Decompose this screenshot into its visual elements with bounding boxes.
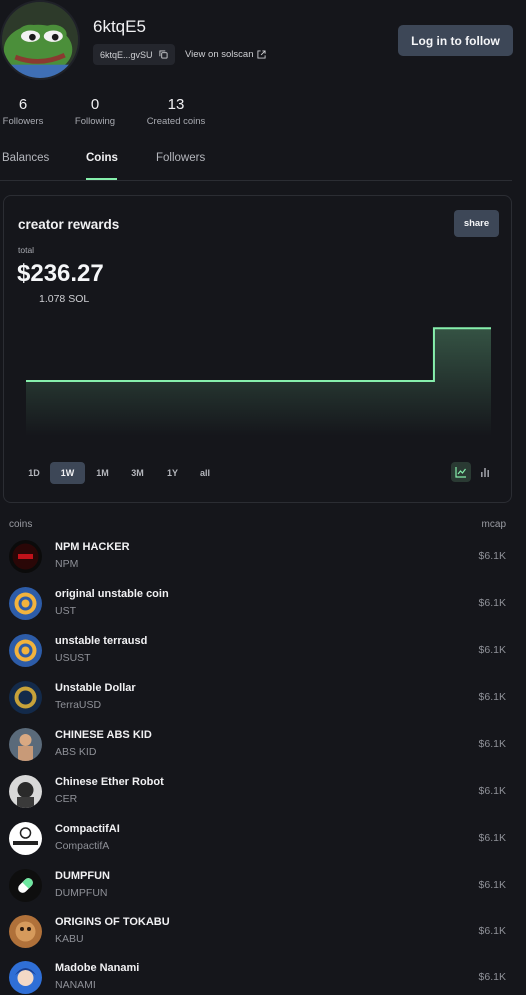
range-3m[interactable]: 3M: [120, 462, 155, 484]
external-link-icon: [257, 50, 267, 59]
rewards-chart: [26, 327, 491, 436]
coin-symbol: USUST: [55, 652, 91, 664]
coin-symbol: TerraUSD: [55, 699, 102, 711]
solscan-label: View on solscan: [185, 49, 254, 60]
address-text: 6ktqE...gvSU: [100, 49, 153, 60]
range-1d[interactable]: 1D: [18, 462, 50, 484]
coin-name: NPM HACKER: [55, 541, 130, 553]
coin-mcap: $6.1K: [478, 832, 506, 844]
ust-coin-icon: [9, 587, 42, 620]
share-button[interactable]: share: [454, 210, 499, 237]
compactifai-icon: [9, 822, 42, 855]
usust-coin-icon: [9, 634, 42, 667]
chart-area-fill: [26, 328, 491, 436]
creator-rewards-card: creator rewards share total $236.27 1.07…: [3, 195, 512, 503]
coin-name: CompactifAI: [55, 823, 120, 835]
login-to-follow-button[interactable]: Log in to follow: [398, 25, 513, 56]
coin-mcap: $6.1K: [478, 691, 506, 703]
coin-row[interactable]: Unstable Dollar TerraUSD $6.1K: [0, 675, 526, 722]
active-tab-indicator: [86, 178, 117, 180]
avatar: [0, 0, 80, 80]
coin-symbol: NANAMI: [55, 979, 96, 991]
range-1y[interactable]: 1Y: [155, 462, 190, 484]
coin-row[interactable]: ORIGINS OF TOKABU KABU $6.1K: [0, 909, 526, 956]
coin-mcap: $6.1K: [478, 971, 506, 983]
address-chip[interactable]: 6ktqE...gvSU: [93, 44, 175, 65]
stat-followers[interactable]: 6 Followers: [2, 96, 44, 127]
coin-name: CHINESE ABS KID: [55, 729, 152, 741]
coin-row[interactable]: DUMPFUN DUMPFUN $6.1K: [0, 863, 526, 910]
range-1w[interactable]: 1W: [50, 462, 85, 484]
stat-value: 0: [90, 96, 100, 113]
stat-label: Followers: [2, 116, 44, 127]
card-title: creator rewards: [18, 217, 120, 232]
bar-chart-icon: [481, 468, 489, 477]
coin-symbol: ABS KID: [55, 746, 97, 758]
coin-name: original unstable coin: [55, 588, 169, 600]
solscan-link[interactable]: View on solscan: [185, 49, 267, 60]
line-chart-toggle[interactable]: [451, 462, 471, 482]
coin-name: DUMPFUN: [55, 870, 110, 882]
coin-mcap: $6.1K: [478, 879, 506, 891]
coin-row[interactable]: CompactifAI CompactifA $6.1K: [0, 816, 526, 863]
coin-mcap: $6.1K: [478, 925, 506, 937]
kabu-icon: [9, 915, 42, 948]
coins-column-header: coins: [9, 519, 33, 530]
coin-mcap: $6.1K: [478, 738, 506, 750]
coin-symbol: DUMPFUN: [55, 887, 108, 899]
coin-row[interactable]: CHINESE ABS KID ABS KID $6.1K: [0, 722, 526, 769]
coin-symbol: KABU: [55, 933, 84, 945]
stat-label: Created coins: [146, 116, 206, 127]
coin-name: Unstable Dollar: [55, 682, 136, 694]
coin-symbol: CompactifA: [55, 840, 110, 852]
coin-name: unstable terrausd: [55, 635, 148, 647]
tab-followers[interactable]: Followers: [156, 152, 205, 164]
coin-symbol: UST: [55, 605, 76, 617]
coin-row[interactable]: NPM HACKER NPM $6.1K: [0, 534, 526, 581]
mcap-column-header: mcap: [481, 519, 506, 530]
coin-mcap: $6.1K: [478, 644, 506, 656]
range-1m[interactable]: 1M: [85, 462, 120, 484]
profile-tabs: Balances Coins Followers: [0, 146, 512, 181]
stat-created-coins[interactable]: 13 Created coins: [144, 96, 208, 127]
chart-line: [26, 327, 491, 382]
coin-mcap: $6.1K: [478, 785, 506, 797]
tab-coins[interactable]: Coins: [86, 152, 118, 164]
time-range-selector: 1D 1W 1M 3M 1Y all: [18, 462, 220, 484]
stat-value: 6: [18, 96, 28, 113]
npm-hacker-icon: [9, 540, 42, 573]
coin-name: Madobe Nanami: [55, 962, 140, 974]
copy-icon[interactable]: [158, 50, 168, 59]
range-all[interactable]: all: [190, 462, 220, 484]
terrausd-coin-icon: [9, 681, 42, 714]
total-usd-value: $236.27: [17, 260, 104, 287]
ether-robot-icon: [9, 775, 42, 808]
coin-symbol: CER: [55, 793, 78, 805]
bar-chart-toggle[interactable]: [475, 462, 495, 482]
total-label: total: [18, 245, 35, 255]
stat-following[interactable]: 0 Following: [72, 96, 118, 127]
coin-symbol: NPM: [55, 558, 79, 570]
coin-name: Chinese Ether Robot: [55, 776, 164, 788]
stat-value: 13: [167, 96, 185, 113]
coin-row[interactable]: unstable terrausd USUST $6.1K: [0, 628, 526, 675]
coin-name: ORIGINS OF TOKABU: [55, 916, 170, 928]
coin-mcap: $6.1K: [478, 550, 506, 562]
coin-row[interactable]: Chinese Ether Robot CER $6.1K: [0, 769, 526, 816]
pepe-avatar-icon: [2, 2, 78, 78]
dumpfun-pill-icon: [9, 869, 42, 902]
line-chart-icon: [455, 467, 466, 478]
total-sol-value: 1.078 SOL: [39, 293, 90, 305]
tab-balances[interactable]: Balances: [2, 152, 49, 164]
coin-row[interactable]: original unstable coin UST $6.1K: [0, 581, 526, 628]
abs-kid-icon: [9, 728, 42, 761]
username: 6ktqE5: [93, 17, 146, 36]
stat-label: Following: [74, 116, 116, 127]
nanami-icon: [9, 961, 42, 994]
coin-mcap: $6.1K: [478, 597, 506, 609]
coin-row[interactable]: Madobe Nanami NANAMI $6.1K: [0, 955, 526, 995]
